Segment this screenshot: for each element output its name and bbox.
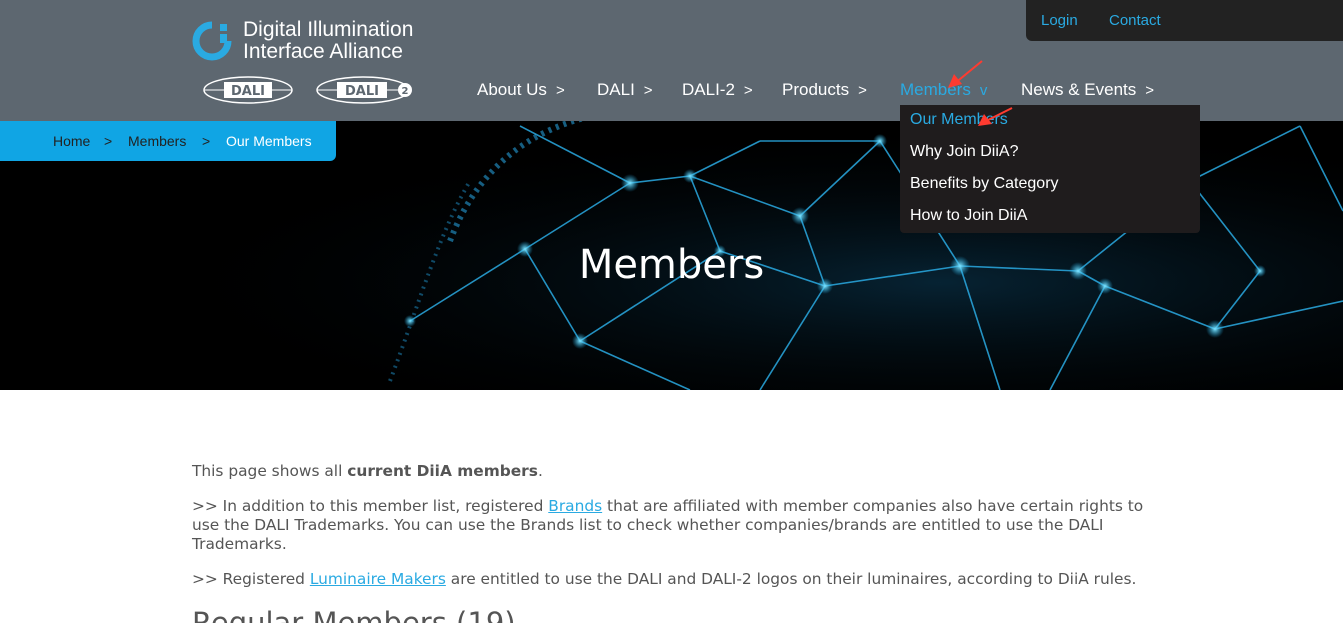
annotation-arrow-icon — [948, 60, 983, 88]
breadcrumb-separator: > — [104, 133, 113, 149]
intro-bold-text: current DiiA members — [347, 462, 538, 480]
intro-suffix: . — [537, 462, 543, 480]
logo-text: Digital Illumination Interface Alliance — [243, 19, 483, 63]
dali2-badge-icon: DALI 2 — [316, 76, 412, 104]
dropdown-item-how-to-join[interactable]: How to Join DiiA — [910, 207, 1027, 225]
breadcrumb-current: Our Members — [226, 133, 312, 149]
brands-text-prefix: >> In addition to this member list, regi… — [192, 497, 549, 515]
annotation-arrow-icon — [978, 107, 1013, 126]
dali2-badge-text: DALI — [345, 84, 379, 99]
nav-label: DALI-2 — [682, 80, 735, 99]
chevron-right-icon: > — [743, 82, 753, 99]
breadcrumb-members[interactable]: Members — [128, 133, 186, 149]
chevron-right-icon: > — [643, 82, 653, 99]
nav-label: News & Events — [1021, 80, 1137, 99]
intro-paragraph: This page shows all current DiiA members… — [192, 462, 1152, 481]
login-link[interactable]: Login — [1041, 12, 1078, 29]
chevron-right-icon: > — [1145, 82, 1155, 99]
dropdown-item-why-join[interactable]: Why Join DiiA? — [910, 143, 1018, 161]
nav-news-events[interactable]: News & Events > — [1021, 80, 1154, 100]
breadcrumb-separator: > — [202, 133, 211, 149]
logo-line-2: Interface Alliance — [243, 40, 403, 63]
nav-label: About Us — [477, 80, 547, 99]
members-dropdown-menu: Our Members Why Join DiiA? Benefits by C… — [900, 105, 1200, 233]
luminaire-text-suffix: are entitled to use the DALI and DALI-2 … — [445, 570, 1137, 588]
nav-label: DALI — [597, 80, 635, 99]
nav-dali[interactable]: DALI > — [597, 80, 653, 100]
brands-link[interactable]: Brands — [548, 497, 602, 515]
nav-products[interactable]: Products > — [782, 80, 867, 100]
top-utility-bar: Login Contact — [1026, 0, 1343, 41]
nav-label: Products — [782, 80, 850, 99]
intro-text: This page shows all — [192, 462, 348, 480]
contact-link[interactable]: Contact — [1109, 12, 1161, 29]
brands-paragraph: >> In addition to this member list, regi… — [192, 497, 1152, 554]
dali2-superscript: 2 — [402, 86, 409, 97]
logo-line-1: Digital Illumination — [243, 18, 414, 41]
diia-logo-icon — [192, 21, 232, 61]
dropdown-item-benefits[interactable]: Benefits by Category — [910, 175, 1059, 193]
nav-about-us[interactable]: About Us > — [477, 80, 565, 100]
luminaire-makers-link[interactable]: Luminaire Makers — [310, 570, 446, 588]
luminaire-paragraph: >> Registered Luminaire Makers are entit… — [192, 570, 1152, 589]
page-title: Members — [578, 242, 765, 288]
nav-dali-2[interactable]: DALI-2 > — [682, 80, 753, 100]
breadcrumb: Home > Members > Our Members — [0, 121, 336, 161]
chevron-right-icon: > — [555, 82, 565, 99]
chevron-right-icon: > — [858, 82, 867, 99]
main-content: This page shows all current DiiA members… — [192, 462, 1152, 623]
luminaire-text-prefix: >> Registered — [192, 570, 310, 588]
breadcrumb-home[interactable]: Home — [53, 133, 90, 149]
regular-members-heading: Regular Members (19) — [192, 606, 516, 623]
dali-badge-icon: DALI — [203, 76, 293, 104]
dali-badge-text: DALI — [231, 84, 265, 99]
